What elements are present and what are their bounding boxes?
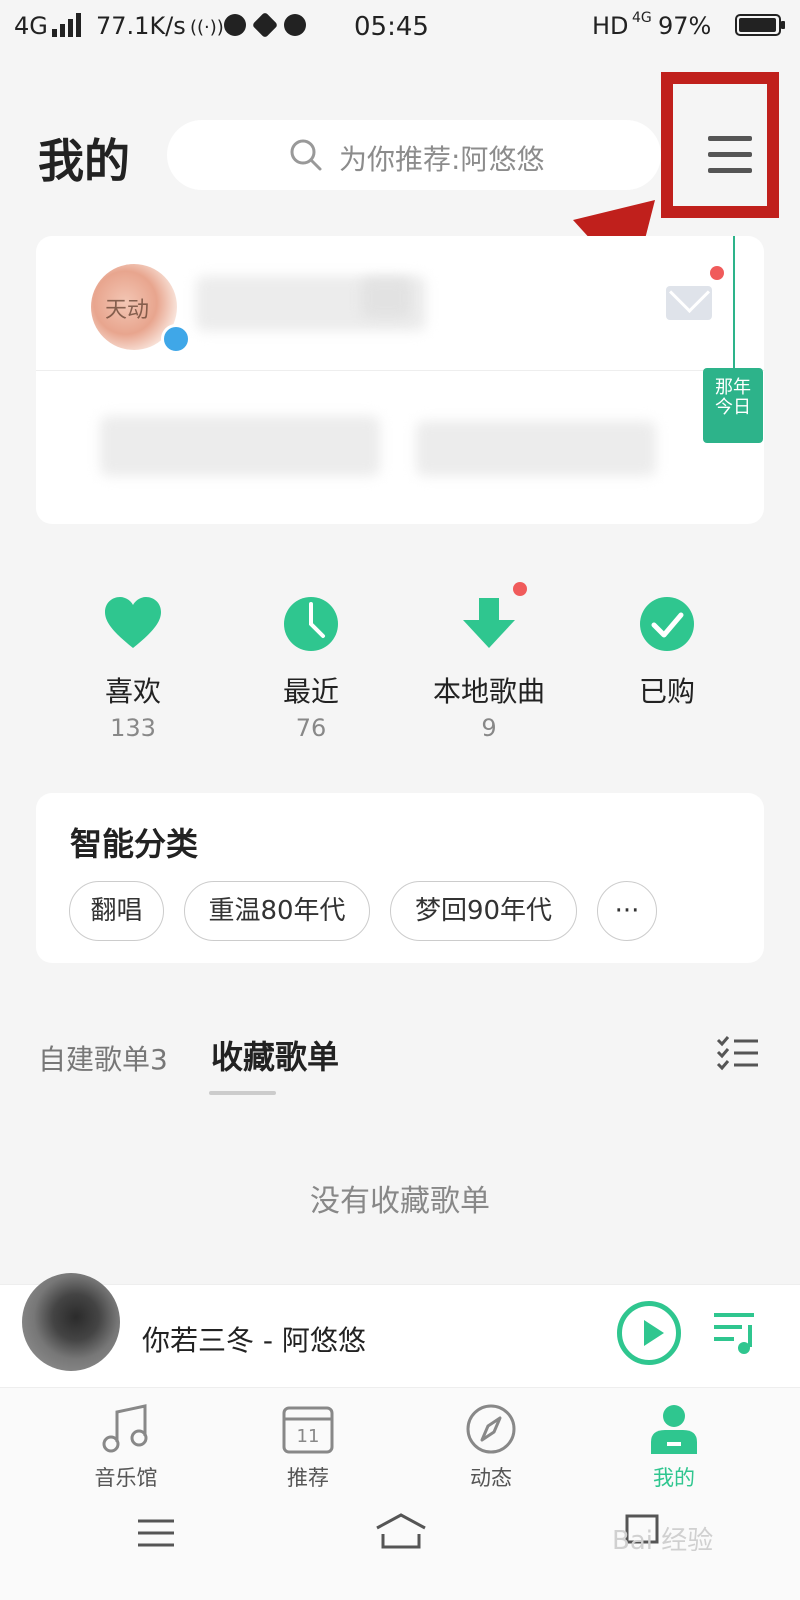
- calendar-day: 11: [296, 1426, 320, 1447]
- quick-item-label: 已购: [638, 675, 695, 708]
- smart-category-title: 智能分类: [70, 825, 199, 863]
- search-input[interactable]: 为你推荐:阿悠悠: [167, 120, 661, 190]
- signal-icon: [52, 13, 86, 37]
- vip-badge: [161, 324, 191, 354]
- download-icon: [459, 582, 527, 654]
- status-bar: 4G 77.1K/s ((·)) 05:45 HD 4G 97%: [0, 0, 800, 55]
- system-home-icon[interactable]: [375, 1512, 427, 1550]
- search-icon: [290, 139, 322, 171]
- bottom-nav: 音乐馆 11 推荐 动态 我的: [0, 1387, 800, 1490]
- chip-80s[interactable]: 重温80年代: [184, 881, 370, 941]
- browser-icon: [284, 14, 306, 36]
- annotation-highlight-box: [661, 72, 779, 218]
- quick-item-label: 本地歌曲: [432, 675, 545, 708]
- nav-music-hall[interactable]: 音乐馆: [56, 1402, 196, 1492]
- clock: 05:45: [354, 12, 429, 42]
- chip-cover[interactable]: 翻唱: [69, 881, 164, 941]
- nav-dynamic[interactable]: 动态: [421, 1402, 561, 1492]
- vip-entry-blurred[interactable]: [100, 416, 380, 476]
- quick-item-purchased[interactable]: 已购: [577, 594, 757, 714]
- playlist-icon[interactable]: [712, 1307, 760, 1357]
- clock-icon: [281, 594, 341, 654]
- calendar-icon: 11: [281, 1402, 335, 1456]
- quick-item-count: 76: [295, 714, 327, 742]
- nav-recommend[interactable]: 11 推荐: [238, 1402, 378, 1492]
- profile-card[interactable]: 天动: [36, 236, 764, 524]
- empty-playlist-message: 没有收藏歌单: [310, 1184, 490, 1219]
- level-badge-icon: [361, 278, 411, 318]
- check-circle-icon: [637, 594, 697, 654]
- battery-text: 97%: [658, 12, 712, 40]
- smart-category-card: 智能分类 翻唱 重温80年代 梦回90年代 ···: [36, 793, 764, 963]
- tab-favorite-playlists[interactable]: 收藏歌单: [211, 1032, 339, 1078]
- search-placeholder: 为你推荐:阿悠悠: [339, 143, 545, 176]
- mini-player[interactable]: 你若三冬 - 阿悠悠: [0, 1273, 800, 1387]
- network-label: 4G: [14, 12, 48, 40]
- quick-item-label: 最近: [282, 675, 339, 708]
- hotspot-icon: ((·)): [190, 17, 224, 38]
- watermark-text: Bai 经验: [612, 1526, 714, 1556]
- quick-item-local[interactable]: 本地歌曲 9: [399, 582, 579, 742]
- compass-icon: [464, 1402, 518, 1456]
- hd-label: HD: [592, 12, 629, 40]
- wallet-entry-blurred[interactable]: [416, 421, 656, 476]
- person-icon: [647, 1402, 701, 1456]
- tab-active-indicator: [209, 1091, 276, 1095]
- network-speed: 77.1K/s: [96, 12, 186, 40]
- network-type-right: 4G: [632, 10, 652, 26]
- page-title: 我的: [38, 134, 130, 188]
- system-menu-icon[interactable]: [137, 1518, 175, 1548]
- qq-icon: [224, 14, 246, 36]
- quick-item-like[interactable]: 喜欢 133: [43, 594, 223, 742]
- quick-item-recent[interactable]: 最近 76: [221, 594, 401, 742]
- app-notification-icon: [251, 11, 279, 39]
- calendar-tag-line1: 那年: [715, 377, 751, 398]
- play-button[interactable]: [617, 1301, 681, 1365]
- mail-unread-dot: [710, 266, 724, 280]
- card-divider: [36, 370, 764, 371]
- local-new-dot: [513, 582, 527, 596]
- chip-more[interactable]: ···: [597, 881, 657, 941]
- quick-item-label: 喜欢: [104, 675, 161, 708]
- calendar-tag-string: [733, 236, 735, 370]
- avatar-text: 天动: [105, 298, 150, 323]
- manage-list-icon[interactable]: [716, 1036, 760, 1072]
- nav-mine[interactable]: 我的: [604, 1402, 744, 1492]
- battery-icon: [735, 14, 785, 36]
- quick-item-count: 133: [110, 714, 156, 742]
- album-cover[interactable]: [22, 1273, 120, 1371]
- now-playing-title[interactable]: 你若三冬 - 阿悠悠: [142, 1319, 366, 1359]
- mail-icon[interactable]: [666, 286, 712, 320]
- calendar-tag-line2: 今日: [715, 397, 751, 418]
- quick-item-count: 9: [481, 714, 497, 742]
- tab-own-playlists[interactable]: 自建歌单3: [38, 1038, 168, 1078]
- chip-90s[interactable]: 梦回90年代: [390, 881, 577, 941]
- music-note-icon: [99, 1402, 153, 1456]
- battery-level: [739, 18, 776, 32]
- calendar-tag-button[interactable]: 那年 今日: [703, 368, 763, 443]
- heart-icon: [103, 594, 163, 654]
